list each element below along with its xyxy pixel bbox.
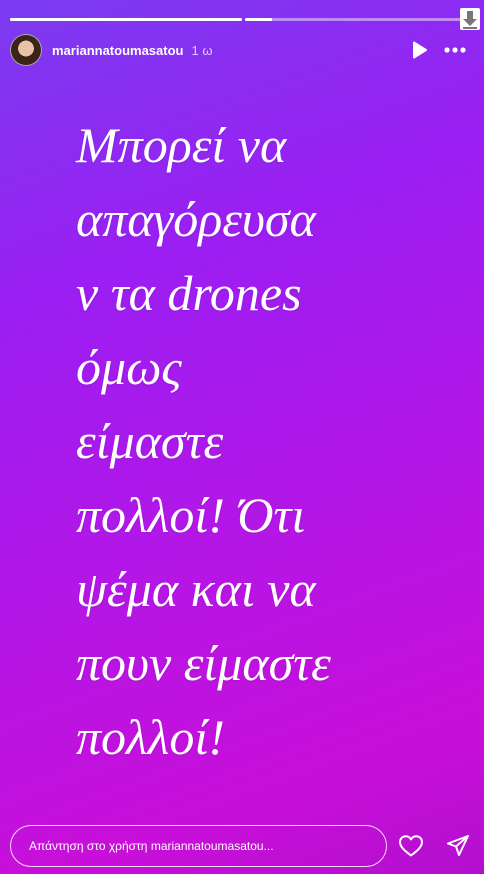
more-icon[interactable] (444, 47, 466, 53)
avatar[interactable] (10, 34, 42, 66)
progress-segment (245, 18, 470, 21)
story-viewer: mariannatoumasatou 1 ω Μπορεί να απαγόρε… (0, 0, 484, 874)
story-text: Μπορεί να απαγόρευσα ν τα drones όμως εί… (76, 117, 331, 765)
header-actions (412, 41, 474, 59)
username[interactable]: mariannatoumasatou (52, 43, 183, 58)
story-footer (10, 824, 474, 868)
footer-actions (398, 834, 474, 858)
story-progress-bar (10, 18, 470, 21)
story-header: mariannatoumasatou 1 ω (10, 32, 474, 68)
post-time: 1 ω (191, 42, 213, 58)
reply-input[interactable] (10, 825, 387, 867)
play-icon[interactable] (412, 41, 428, 59)
progress-segment (10, 18, 242, 21)
heart-icon[interactable] (398, 834, 424, 858)
send-icon[interactable] (446, 834, 470, 858)
download-icon[interactable] (460, 8, 480, 30)
